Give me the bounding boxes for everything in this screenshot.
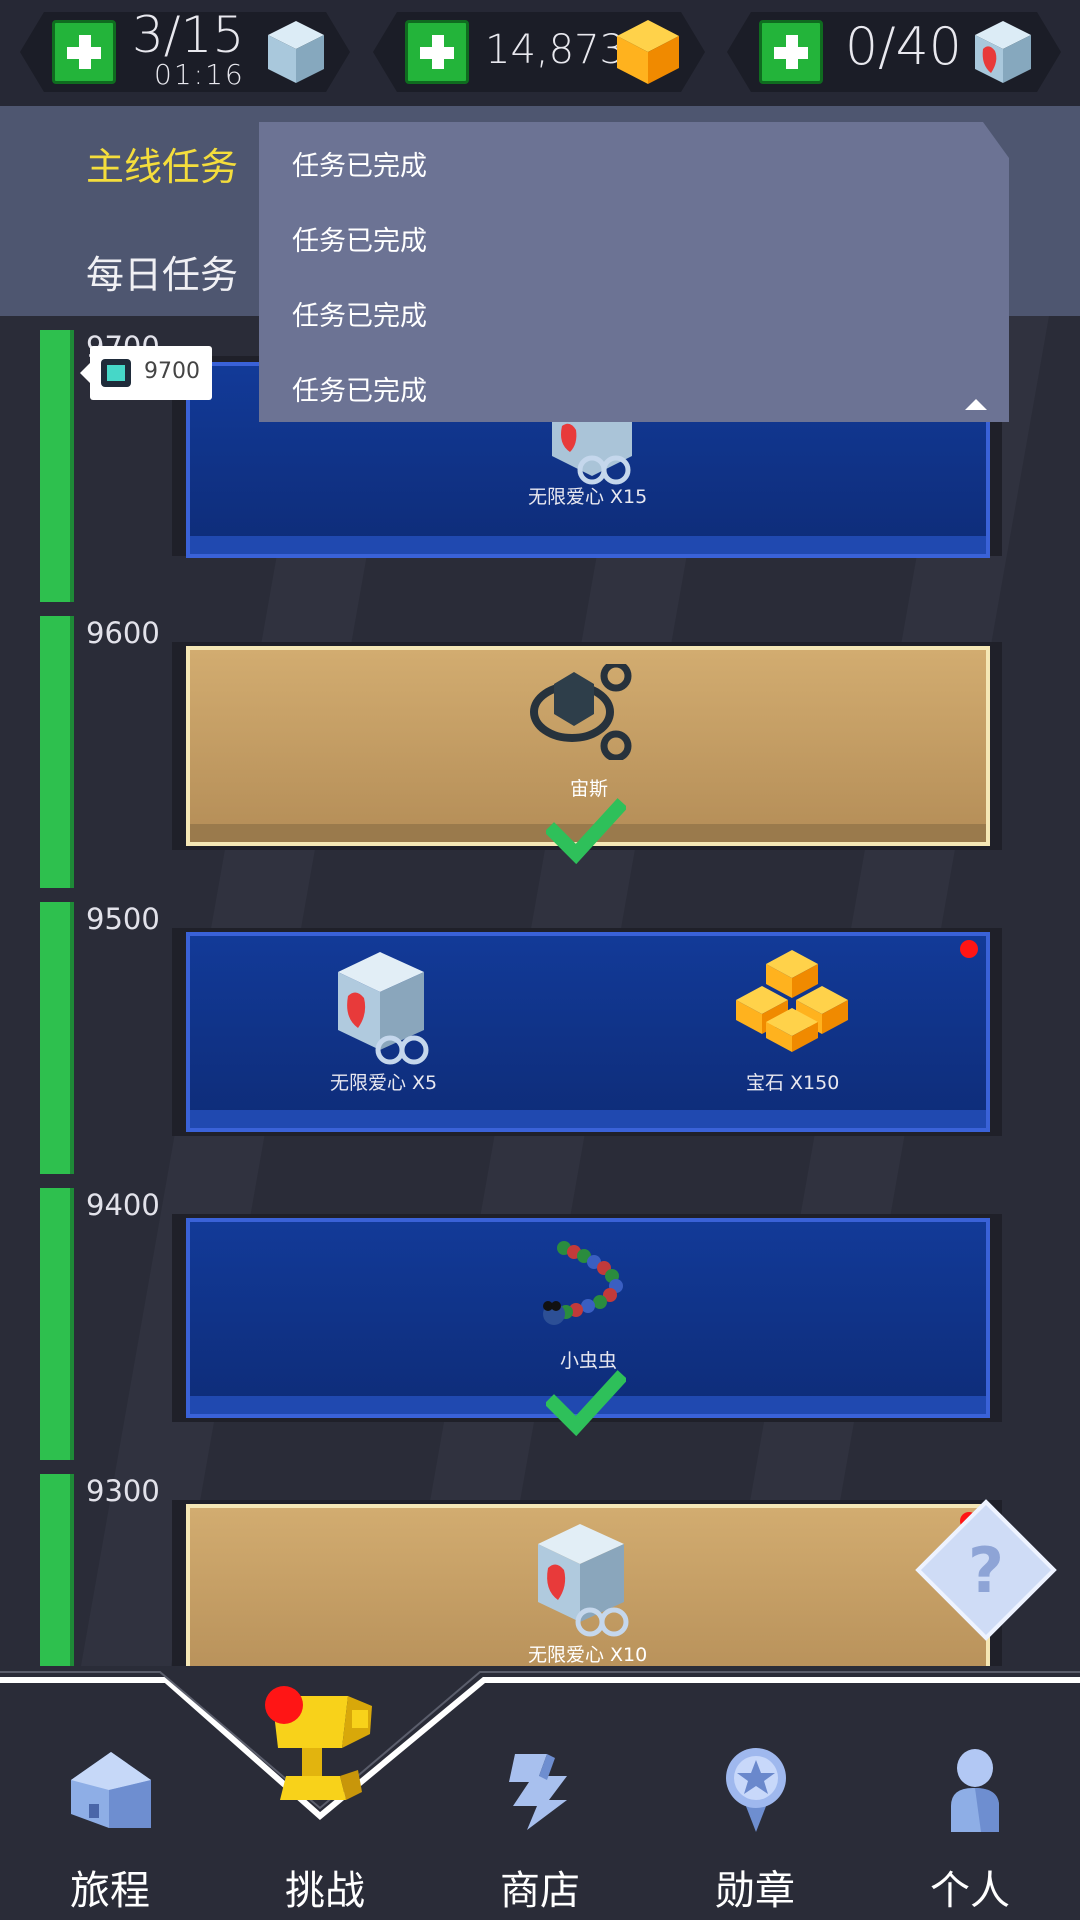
level-score: 9500 <box>86 902 160 936</box>
add-gems-button[interactable] <box>405 20 469 84</box>
heart-value: 0/40 <box>845 17 962 77</box>
progress-segment <box>40 1474 74 1666</box>
reward-label: 无限爱心 X15 <box>528 486 648 508</box>
spinner-character-icon <box>530 664 632 760</box>
nav-journey[interactable]: 旅程 <box>25 1666 195 1920</box>
heart-cube-icon <box>973 19 1033 85</box>
add-energy-button[interactable] <box>52 20 116 84</box>
nav-label: 旅程 <box>70 1868 150 1914</box>
tab-main-tasks[interactable]: 主线任务 <box>86 136 238 191</box>
nav-shop[interactable]: 商店 <box>455 1666 625 1920</box>
gem-icon <box>615 18 681 86</box>
house-icon <box>71 1752 151 1828</box>
task-dropdown[interactable]: 任务已完成 任务已完成 任务已完成 任务已完成 <box>259 122 1009 422</box>
level-score: 9300 <box>86 1474 160 1508</box>
progress-callout: 9700 <box>80 346 212 400</box>
nav-label: 商店 <box>500 1868 580 1914</box>
level-score: 9400 <box>86 1188 160 1222</box>
dropdown-item[interactable]: 任务已完成 <box>292 369 427 408</box>
reward-card[interactable]: 无限爱心 X10 <box>186 1504 990 1666</box>
reward-label: 宙斯 <box>570 778 609 800</box>
nav-label: 个人 <box>930 1868 1010 1914</box>
reward-label: 无限爱心 X10 <box>528 1644 648 1666</box>
shop-icon <box>509 1754 567 1830</box>
notification-dot <box>960 940 978 958</box>
energy-timer: 01:16 <box>154 58 245 91</box>
collapse-arrow-icon[interactable] <box>965 399 987 410</box>
dropdown-item[interactable]: 任务已完成 <box>292 294 427 333</box>
dropdown-item[interactable]: 任务已完成 <box>292 144 427 183</box>
add-hearts-button[interactable] <box>759 20 823 84</box>
nav-label: 挑战 <box>285 1868 365 1914</box>
gem-pile-icon <box>736 950 848 1052</box>
checkmark-icon <box>546 798 626 864</box>
progress-segment <box>40 330 74 602</box>
gem-value: 14,873 <box>485 27 625 73</box>
progress-segment <box>40 902 74 1174</box>
callout-value: 9700 <box>144 359 200 384</box>
nav-label: 勋章 <box>715 1868 795 1914</box>
nav-challenge[interactable]: 挑战 <box>240 1666 410 1920</box>
level-list[interactable]: 9700 无限爱心 X15 9600 宙斯 9500 <box>0 316 1080 1666</box>
checkmark-icon <box>546 1370 626 1436</box>
nav-profile[interactable]: 个人 <box>885 1666 1055 1920</box>
energy-value: 3/15 <box>132 6 245 64</box>
reward-card[interactable]: 无限爱心 X5 宝石 X150 <box>186 932 990 1132</box>
progress-segment <box>40 1188 74 1460</box>
bottom-navigation: 旅程 挑战 商店 勋章 个人 <box>0 1666 1080 1920</box>
reward-label: 宝石 X150 <box>746 1072 840 1094</box>
person-icon <box>951 1749 999 1832</box>
energy-counter: 3/15 01:16 <box>20 12 350 92</box>
heart-cube-icon <box>338 952 429 1065</box>
level-score: 9600 <box>86 616 160 650</box>
heart-counter: 0/40 <box>727 12 1061 92</box>
resource-bar: 3/15 01:16 14,873 0/40 <box>0 0 1080 106</box>
cube-icon <box>266 19 326 85</box>
reward-label: 小虫虫 <box>560 1350 618 1372</box>
heart-cube-icon <box>538 1524 629 1637</box>
medal-icon <box>726 1748 786 1832</box>
progress-segment <box>40 616 74 888</box>
nav-medals[interactable]: 勋章 <box>670 1666 840 1920</box>
notification-dot <box>265 1686 303 1724</box>
dropdown-item[interactable]: 任务已完成 <box>292 219 427 258</box>
worm-character-icon <box>543 1241 623 1325</box>
reward-label: 无限爱心 X5 <box>330 1072 438 1094</box>
tab-daily-tasks[interactable]: 每日任务 <box>86 244 238 299</box>
gem-counter: 14,873 <box>373 12 705 92</box>
score-icon <box>101 359 131 387</box>
question-mark-icon: ? <box>968 1533 1004 1607</box>
